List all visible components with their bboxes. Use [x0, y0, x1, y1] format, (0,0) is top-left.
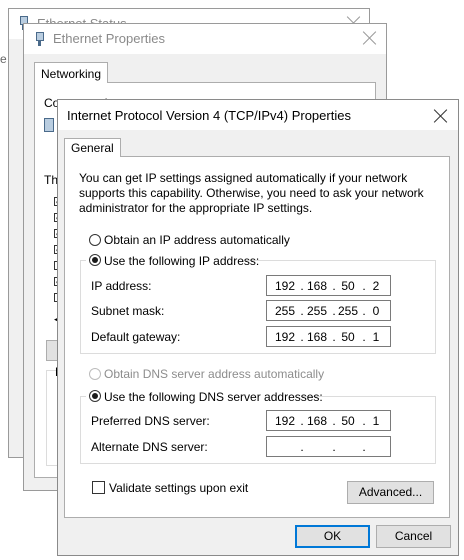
use-following-dns-label[interactable]: Use the following DNS server addresses: — [104, 390, 323, 404]
preferred-dns-label: Preferred DNS server: — [91, 414, 210, 428]
advanced-button[interactable]: Advanced... — [347, 481, 434, 504]
octet-separator: . — [362, 440, 366, 454]
cancel-button[interactable]: Cancel — [376, 525, 451, 548]
octet: 255 — [337, 304, 359, 318]
octet: 192 — [274, 330, 296, 344]
adapter-icon — [44, 118, 54, 132]
alternate-dns-label: Alternate DNS server: — [91, 440, 208, 454]
close-icon[interactable] — [362, 30, 378, 46]
obtain-ip-auto-label[interactable]: Obtain an IP address automatically — [104, 233, 290, 247]
components-list: ◀ — [44, 190, 63, 330]
use-following-dns-radio[interactable] — [89, 390, 101, 402]
octet: 192 — [274, 414, 296, 428]
octet: 168 — [306, 330, 328, 344]
octet-separator: . — [300, 440, 304, 454]
validate-settings-label[interactable]: Validate settings upon exit — [109, 481, 248, 495]
tab-networking[interactable]: Networking — [34, 62, 109, 83]
octet: 50 — [341, 414, 355, 428]
this-connection-label: Th — [44, 173, 59, 187]
octet: 168 — [306, 414, 328, 428]
ethernet-properties-titlebar: Ethernet Properties — [24, 24, 386, 54]
octet: 50 — [341, 279, 355, 293]
octet: 0 — [372, 304, 380, 318]
subnet-mask-input[interactable]: 255 . 255 . 255 . 0 — [266, 300, 391, 321]
network-adapter-icon — [35, 32, 45, 46]
obtain-ip-auto-radio[interactable] — [89, 234, 101, 246]
close-icon[interactable] — [433, 108, 449, 124]
octet: 255 — [274, 304, 296, 318]
ip-address-label: IP address: — [91, 279, 152, 293]
octet: 2 — [372, 279, 380, 293]
use-following-ip-label[interactable]: Use the following IP address: — [104, 254, 259, 268]
octet: 1 — [372, 330, 380, 344]
octet: 255 — [306, 304, 328, 318]
window-title: Ethernet Properties — [53, 31, 166, 46]
ipv4-properties-dialog: Internet Protocol Version 4 (TCP/IPv4) P… — [57, 99, 459, 556]
octet: 50 — [341, 330, 355, 344]
tab-general[interactable]: General — [64, 138, 121, 157]
ok-button[interactable]: OK — [295, 525, 370, 548]
obtain-dns-auto-radio[interactable] — [89, 368, 101, 380]
dialog-title: Internet Protocol Version 4 (TCP/IPv4) P… — [67, 108, 351, 123]
subnet-mask-label: Subnet mask: — [91, 304, 165, 318]
obtain-dns-auto-label[interactable]: Obtain DNS server address automatically — [104, 367, 324, 381]
octet: 192 — [274, 279, 296, 293]
default-gateway-label: Default gateway: — [91, 330, 181, 344]
octet: 1 — [372, 414, 380, 428]
status-left-fragment: e — [0, 52, 7, 66]
ipv4-titlebar: Internet Protocol Version 4 (TCP/IPv4) P… — [58, 100, 458, 130]
octet: 168 — [306, 279, 328, 293]
preferred-dns-input[interactable]: 192 . 168 . 50 . 1 — [266, 410, 391, 431]
use-following-ip-radio[interactable] — [89, 254, 101, 266]
default-gateway-input[interactable]: 192 . 168 . 50 . 1 — [266, 326, 391, 347]
validate-settings-checkbox[interactable] — [92, 481, 105, 494]
alternate-dns-input[interactable]: . . . — [266, 436, 391, 457]
octet-separator: . — [332, 440, 336, 454]
description-text: You can get IP settings assigned automat… — [79, 171, 424, 215]
ip-address-input[interactable]: 192 . 168 . 50 . 2 — [266, 275, 391, 296]
